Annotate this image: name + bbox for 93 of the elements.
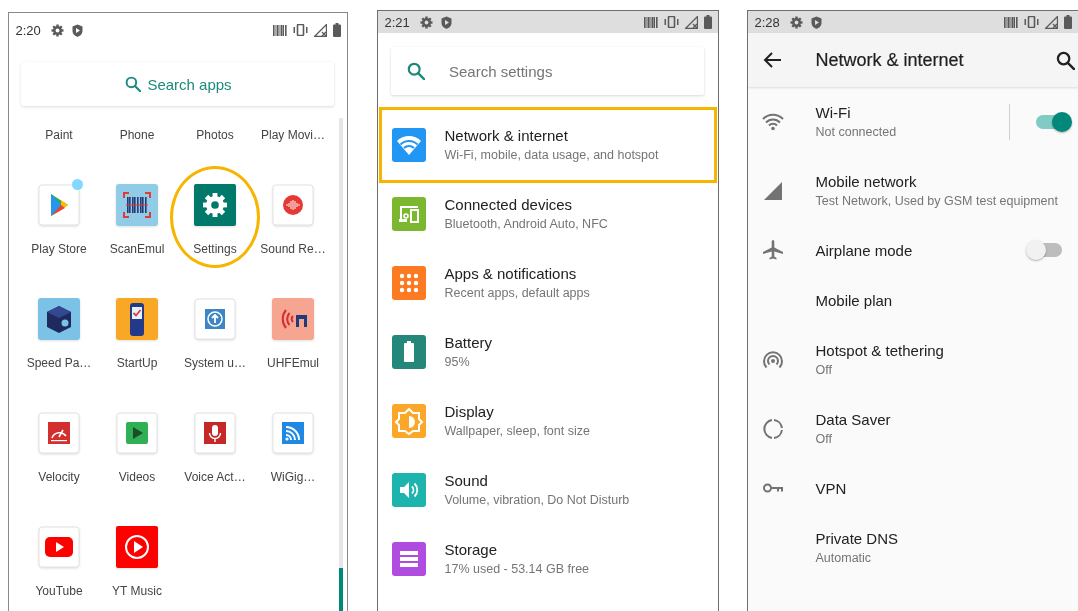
shield-icon <box>71 23 83 37</box>
battery-icon <box>704 15 712 29</box>
setting-title[interactable]: Mobile network <box>815 173 1078 190</box>
grid-dots-icon[interactable] <box>391 265 426 300</box>
app-label[interactable]: Photos <box>196 128 234 142</box>
toggle-switch[interactable] <box>1028 240 1062 260</box>
shield-icon <box>440 15 452 29</box>
app-label[interactable]: Phone <box>119 128 155 142</box>
app-label[interactable]: ScanEmul <box>109 242 165 256</box>
shield-icon <box>810 15 822 29</box>
search-icon <box>407 62 425 80</box>
setting-title[interactable]: Storage <box>444 541 590 558</box>
barcode-scanner-icon[interactable] <box>116 184 158 226</box>
setting-summary: Test Network, Used by GSM test equipment <box>815 194 1059 208</box>
setting-title[interactable]: Connected devices <box>444 196 608 213</box>
vibrate-icon <box>1024 16 1039 28</box>
setting-title[interactable]: Wi-Fi <box>815 104 1009 121</box>
speaker-icon[interactable] <box>391 472 426 507</box>
play-icon[interactable] <box>116 412 158 454</box>
rfid-waves-icon[interactable] <box>272 298 314 340</box>
search-field[interactable]: Search apps <box>21 62 334 106</box>
status-time: 2:20 <box>15 22 41 38</box>
data-saver-icon <box>760 416 785 441</box>
microphone-icon[interactable] <box>194 412 236 454</box>
app-label[interactable]: StartUp <box>116 356 158 370</box>
barcode-icon <box>644 16 658 28</box>
vibrate-icon <box>293 24 308 36</box>
gear-icon <box>419 15 433 29</box>
app-label[interactable]: UHFEmul <box>267 356 319 370</box>
setting-summary: 17% used - 53.14 GB free <box>444 562 590 576</box>
app-label[interactable]: Play Store <box>31 242 87 256</box>
handheld-scanner-icon[interactable] <box>116 298 158 340</box>
setting-summary: Off <box>815 432 833 446</box>
app-label[interactable]: Settings <box>193 242 237 256</box>
toggle-switch[interactable] <box>1036 111 1070 132</box>
battery-icon <box>333 23 341 37</box>
setting-summary: Not connected <box>815 125 898 139</box>
package-icon[interactable] <box>38 298 80 340</box>
setting-summary: Volume, vibration, Do Not Disturb <box>444 493 630 507</box>
vibrate-icon <box>664 16 679 28</box>
battery-icon[interactable] <box>391 334 426 369</box>
setting-summary: Automatic <box>815 551 873 565</box>
app-label[interactable]: Speed Pa… <box>26 356 92 370</box>
app-label[interactable]: System u… <box>184 356 246 370</box>
setting-title[interactable]: Battery <box>444 334 493 351</box>
app-label[interactable]: Sound Re… <box>260 242 326 256</box>
setting-title[interactable]: Data Saver <box>815 411 1078 428</box>
status-time: 2:21 <box>384 14 410 30</box>
app-label[interactable]: Paint <box>45 128 73 142</box>
gear-icon <box>50 23 64 37</box>
app-label[interactable]: Videos <box>118 470 156 484</box>
app-label[interactable]: Velocity <box>38 470 80 484</box>
setting-title[interactable]: Hotspot & tethering <box>815 342 1078 359</box>
search-field[interactable]: Search settings <box>391 47 704 95</box>
setting-title[interactable]: Network & internet <box>444 127 659 144</box>
no-signal-icon <box>1045 15 1058 29</box>
setting-summary: Bluetooth, Android Auto, NFC <box>444 217 608 231</box>
setting-title[interactable]: Apps & notifications <box>444 265 590 282</box>
no-signal-icon <box>314 23 327 37</box>
airplane-icon <box>760 238 785 262</box>
setting-summary: Recent apps, default apps <box>444 286 590 300</box>
search-icon[interactable] <box>1056 50 1075 70</box>
app-label[interactable]: YT Music <box>112 584 162 598</box>
search-icon <box>125 76 141 92</box>
barcode-icon <box>273 24 287 36</box>
setting-title[interactable]: Private DNS <box>815 530 1078 547</box>
page-title: Network & internet <box>815 49 964 71</box>
app-label[interactable]: WiGig… <box>270 470 316 484</box>
gear-icon[interactable] <box>194 184 236 226</box>
app-label[interactable]: Voice Act… <box>184 470 246 484</box>
no-signal-icon <box>685 15 698 29</box>
app-label[interactable]: YouTube <box>35 584 83 598</box>
setting-summary: Wallpaper, sleep, font size <box>444 424 590 438</box>
gauge-icon[interactable] <box>38 412 80 454</box>
sound-wave-icon[interactable] <box>272 184 314 226</box>
scrollbar-thumb[interactable] <box>339 568 343 611</box>
setting-title[interactable]: Sound <box>444 472 630 489</box>
wifi-icon[interactable] <box>272 412 314 454</box>
gear-icon <box>789 15 803 29</box>
barcode-icon <box>1004 16 1018 28</box>
setting-title[interactable]: Airplane mode <box>815 241 1028 259</box>
battery-icon <box>1064 15 1072 29</box>
storage-icon[interactable] <box>391 541 426 576</box>
app-label[interactable]: Play Movi… <box>261 128 325 142</box>
wifi-icon[interactable] <box>391 127 426 162</box>
status-time: 2:28 <box>754 14 780 30</box>
setting-title[interactable]: Mobile plan <box>815 291 1078 309</box>
setting-title[interactable]: VPN <box>815 479 1078 497</box>
setting-summary: 95% <box>444 355 471 369</box>
devices-icon[interactable] <box>391 196 426 231</box>
setting-title[interactable]: Display <box>444 403 590 420</box>
setting-summary: Wi-Fi, mobile, data usage, and hotspot <box>444 148 659 162</box>
setting-summary: Off <box>815 363 833 377</box>
